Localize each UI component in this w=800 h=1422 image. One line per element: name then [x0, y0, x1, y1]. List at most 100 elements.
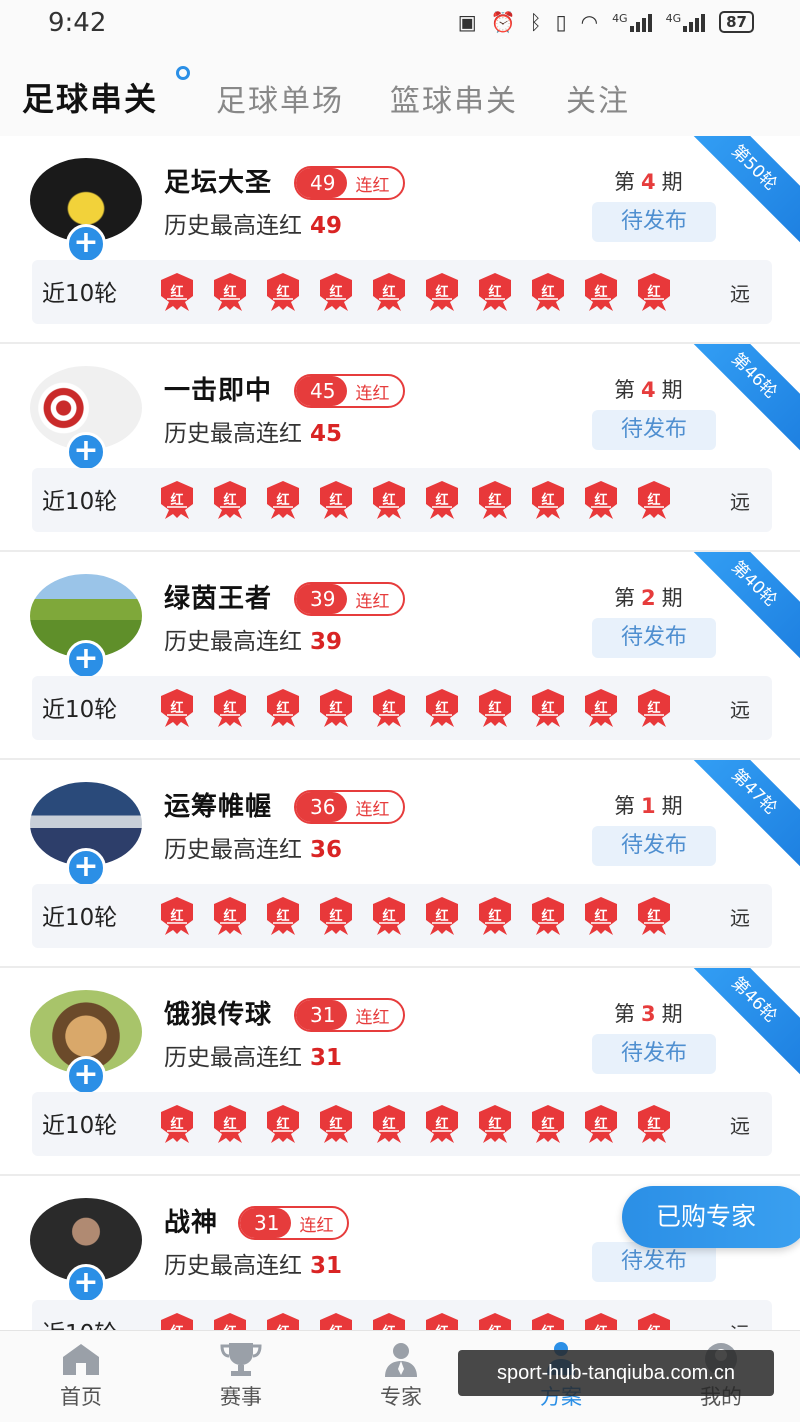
red-result-text: 红: [223, 909, 237, 924]
red-result-text: 红: [594, 493, 608, 508]
issue-suffix: 期: [661, 378, 683, 402]
history-value: 49: [310, 213, 343, 239]
history-label: 历史最高连红: [164, 629, 302, 655]
red-result-badge: 红: [264, 1312, 302, 1330]
recent-10-rounds[interactable]: 近10轮 红 红 红 红 红 红 红 红 红 红 远: [32, 1300, 772, 1330]
history-best: 历史最高连红 31: [164, 1038, 342, 1072]
red-result-text: 红: [223, 701, 237, 716]
red-result-text: 红: [317, 1321, 355, 1330]
red-result-badge: 红: [370, 1104, 408, 1144]
expert-card[interactable]: + 绿茵王者 39 连红 历史最高连红 39 第2期 待发布 第40轮 近10轮 …: [0, 552, 800, 760]
red-result-text: 红: [211, 1321, 249, 1330]
red-result-badge: 红: [370, 688, 408, 728]
nav-home[interactable]: 首页: [26, 1341, 136, 1411]
nav-matches[interactable]: 赛事: [186, 1341, 296, 1411]
follow-plus-button[interactable]: +: [66, 1264, 106, 1304]
recent-10-rounds[interactable]: 近10轮 红 红 红 红 红 红 红 红 红 红 远: [32, 676, 772, 740]
expert-card[interactable]: + 足坛大圣 49 连红 历史最高连红 49 第4期 待发布 第50轮 近10轮 …: [0, 136, 800, 344]
red-result-text: 红: [594, 285, 608, 300]
issue-prefix: 第: [614, 1002, 635, 1026]
recent-10-rounds[interactable]: 近10轮 红 红 红 红 红 红 红 红 红 红 远: [32, 1092, 772, 1156]
expert-icon: [379, 1341, 423, 1377]
red-result-text: 红: [276, 285, 290, 300]
red-result-text: 红: [541, 909, 555, 924]
red-result-badge: 红: [423, 480, 461, 520]
red-result-text: 红: [170, 493, 184, 508]
history-label: 历史最高连红: [164, 421, 302, 447]
pending-publish-button[interactable]: 待发布: [592, 1034, 716, 1074]
red-result-text: 红: [170, 1117, 184, 1132]
follow-plus-button[interactable]: +: [66, 432, 106, 472]
purchased-experts-button[interactable]: 已购专家: [622, 1186, 800, 1248]
red-result-badge: 红: [211, 1104, 249, 1144]
issue-value: 4: [641, 170, 656, 194]
red-result-badge: 红: [211, 688, 249, 728]
tab-football-parlay[interactable]: 足球串关: [22, 74, 158, 120]
expert-card[interactable]: + 饿狼传球 31 连红 历史最高连红 31 第3期 待发布 第46轮 近10轮 …: [0, 968, 800, 1176]
red-result-badge: 红: [370, 896, 408, 936]
history-best: 历史最高连红 31: [164, 1246, 342, 1280]
streak-count: 45: [296, 376, 348, 406]
issue-value: 1: [641, 794, 656, 818]
watermark: sport-hub-tanqiuba.com.cn: [458, 1350, 774, 1396]
red-result-text: 红: [170, 701, 184, 716]
streak-count: 36: [296, 792, 348, 822]
red-result-text: 红: [329, 701, 343, 716]
issue-prefix: 第: [614, 170, 635, 194]
issue-number: 第4期: [614, 166, 683, 196]
tab-football-single[interactable]: 足球单场: [216, 76, 344, 120]
expert-name: 饿狼传球: [164, 1000, 273, 1030]
streak-count: 49: [296, 168, 348, 198]
red-result-badge: 红: [635, 688, 673, 728]
red-result-badge: 红: [582, 896, 620, 936]
expert-card[interactable]: + 一击即中 45 连红 历史最高连红 45 第4期 待发布 第46轮 近10轮 …: [0, 344, 800, 552]
nav-experts-label: 专家: [380, 1385, 422, 1409]
red-result-text: 红: [435, 1117, 449, 1132]
red-result-badge: 红: [423, 688, 461, 728]
recent-10-rounds[interactable]: 近10轮 红 红 红 红 红 红 红 红 红 红 远: [32, 260, 772, 324]
streak-badge: 31 连红: [238, 1206, 350, 1240]
recent-label: 近10轮: [42, 489, 118, 515]
red-result-text: 红: [594, 1117, 608, 1132]
expert-card[interactable]: + 运筹帷幄 36 连红 历史最高连红 36 第1期 待发布 第47轮 近10轮 …: [0, 760, 800, 968]
history-value: 36: [310, 837, 343, 863]
streak-count: 39: [296, 584, 348, 614]
history-value: 31: [310, 1253, 343, 1279]
nav-experts[interactable]: 专家: [346, 1341, 456, 1411]
red-result-badge: 红: [211, 1312, 249, 1330]
red-result-badge: 红: [317, 1312, 355, 1330]
red-result-badge: 红: [264, 480, 302, 520]
red-result-text: 红: [435, 909, 449, 924]
pending-publish-button[interactable]: 待发布: [592, 410, 716, 450]
pending-publish-button[interactable]: 待发布: [592, 202, 716, 242]
red-result-badge: 红: [476, 688, 514, 728]
tab-follow[interactable]: 关注: [566, 76, 630, 120]
red-result-text: 红: [529, 1321, 567, 1330]
recent-far-label: 远: [730, 698, 750, 722]
issue-number: 第1期: [614, 790, 683, 820]
follow-plus-button[interactable]: +: [66, 848, 106, 888]
red-result-text: 红: [647, 1117, 661, 1132]
red-result-text: 红: [541, 493, 555, 508]
red-result-badge: 红: [264, 1104, 302, 1144]
red-result-badge: 红: [635, 480, 673, 520]
red-result-text: 红: [635, 1321, 673, 1330]
recent-10-rounds[interactable]: 近10轮 红 红 红 红 红 红 红 红 红 红 远: [32, 884, 772, 948]
red-result-badge: 红: [370, 272, 408, 312]
red-result-text: 红: [329, 285, 343, 300]
recent-far-label: 远: [730, 490, 750, 514]
tab-basketball-parlay[interactable]: 篮球串关: [390, 76, 518, 120]
red-result-text: 红: [582, 1321, 620, 1330]
pending-publish-button[interactable]: 待发布: [592, 618, 716, 658]
follow-plus-button[interactable]: +: [66, 1056, 106, 1096]
pending-publish-button[interactable]: 待发布: [592, 826, 716, 866]
follow-plus-button[interactable]: +: [66, 640, 106, 680]
recent-10-rounds[interactable]: 近10轮 红 红 红 红 红 红 红 红 红 红 远: [32, 468, 772, 532]
red-result-text: 红: [223, 493, 237, 508]
red-result-badge: 红: [158, 480, 196, 520]
red-result-badge: 红: [529, 272, 567, 312]
follow-plus-button[interactable]: +: [66, 224, 106, 264]
red-result-badge: 红: [317, 480, 355, 520]
streak-badge: 45 连红: [294, 374, 406, 408]
pending-publish-button[interactable]: 待发布: [592, 1242, 716, 1282]
